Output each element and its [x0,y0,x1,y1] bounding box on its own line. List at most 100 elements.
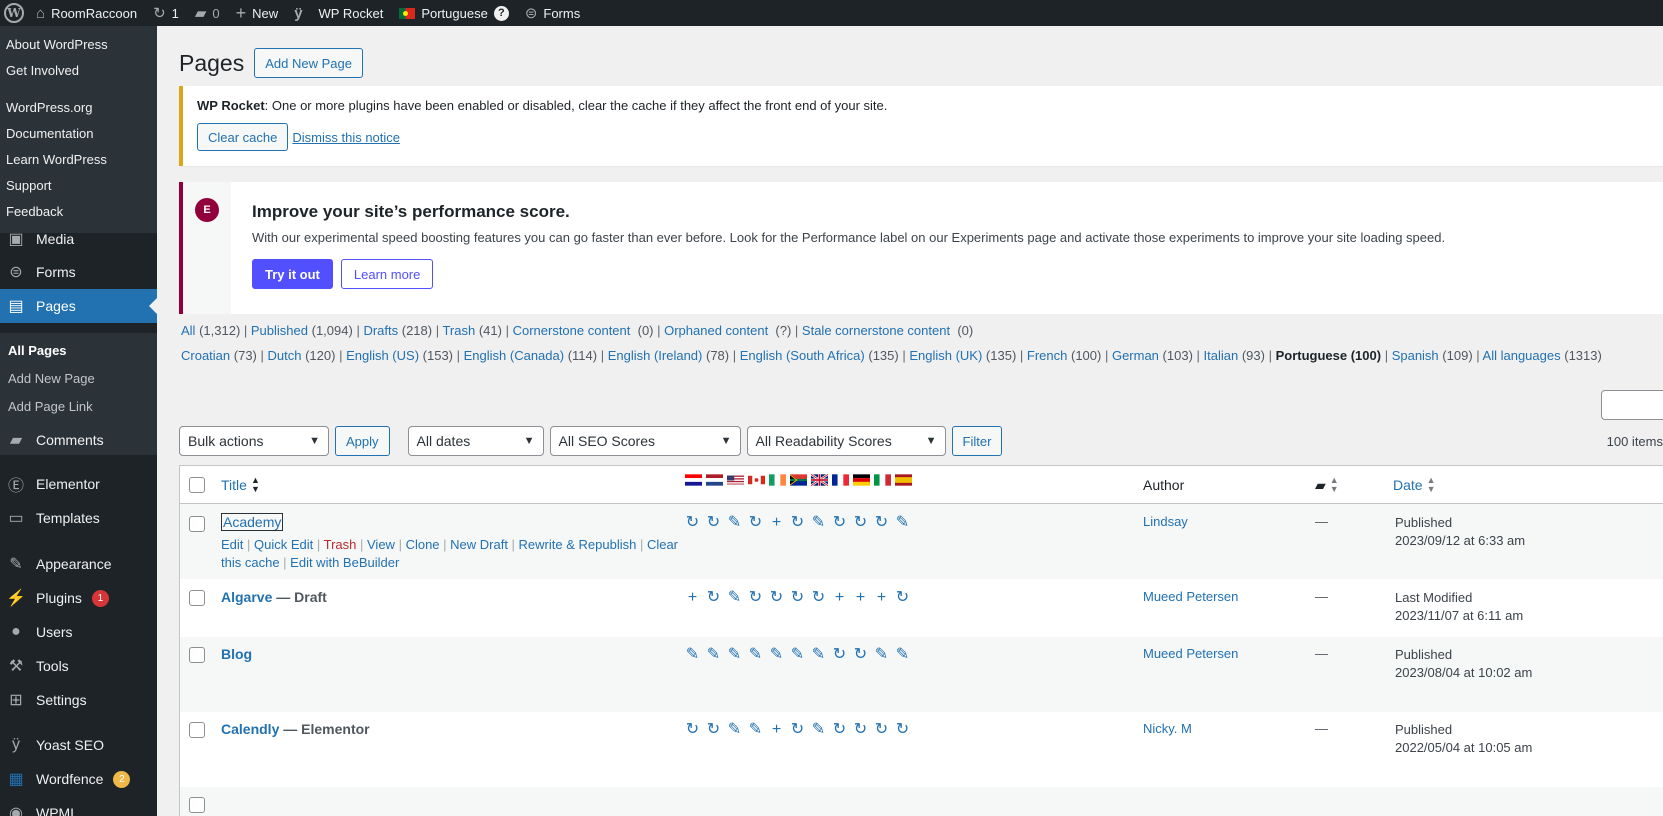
yoast-menu[interactable]: ÿ [286,0,310,26]
edit-link[interactable]: Edit [221,537,243,552]
row-title-link[interactable]: Algarve — Draft [221,589,327,605]
select-all-checkbox[interactable] [189,477,205,493]
quick-edit-link[interactable]: Quick Edit [254,537,313,552]
lang-filter-german[interactable]: German (103) [1112,348,1193,363]
translation-edit-icon[interactable]: ✎ [768,646,785,664]
lang-filter-croatian[interactable]: Croatian (73) [181,348,257,363]
flyout-learn[interactable]: Learn WordPress [0,147,157,173]
filter-trash[interactable]: Trash (41) [442,323,502,338]
lang-filter-english-south-africa[interactable]: English (South Africa) (135) [740,348,899,363]
translation-sync-icon[interactable]: ↻ [789,514,806,532]
date-filter-select[interactable]: All dates ▼ [407,426,544,456]
translation-sync-icon[interactable]: ↻ [852,646,869,664]
view-link[interactable]: View [367,537,395,552]
row-checkbox[interactable] [189,516,205,532]
translation-sync-icon[interactable]: ↻ [810,589,827,607]
lang-filter-english-canada[interactable]: English (Canada) (114) [464,348,597,363]
submenu-add-page-link[interactable]: Add Page Link [0,393,157,421]
comments-menu[interactable]: ▰ 0 [187,0,228,26]
filter-cornerstone[interactable]: Cornerstone content (0) [513,323,654,338]
translation-sync-icon[interactable]: ↻ [873,721,890,739]
sidebar-item-wpml[interactable]: ◉ WPML [0,796,157,816]
row-checkbox[interactable] [189,797,205,813]
row-author-link[interactable]: Nicky. M [1143,721,1192,736]
translation-sync-icon[interactable]: ↻ [852,721,869,739]
add-new-page-button[interactable]: Add New Page [254,48,363,78]
translation-add-icon[interactable]: + [684,589,701,607]
wp-rocket-menu[interactable]: WP Rocket [311,0,392,26]
translation-sync-icon[interactable]: ↻ [831,514,848,532]
flyout-about[interactable]: About WordPress [0,32,157,58]
translation-edit-icon[interactable]: ✎ [726,646,743,664]
translation-sync-icon[interactable]: ↻ [873,514,890,532]
translation-sync-icon[interactable]: ↻ [894,721,911,739]
translation-edit-icon[interactable]: ✎ [894,646,911,664]
sidebar-item-comments[interactable]: ▰ Comments [0,423,157,457]
translation-edit-icon[interactable]: ✎ [726,721,743,739]
edit-with-bebuilder-link[interactable]: Edit with BeBuilder [290,555,399,570]
translation-edit-icon[interactable]: ✎ [873,646,890,664]
translation-sync-icon[interactable]: ↻ [852,514,869,532]
flyout-documentation[interactable]: Documentation [0,121,157,147]
translation-edit-icon[interactable]: ✎ [789,646,806,664]
row-author-link[interactable]: Mueed Petersen [1143,589,1238,604]
sidebar-item-settings[interactable]: ⊞ Settings [0,683,157,717]
translation-edit-icon[interactable]: ✎ [894,514,911,532]
translation-sync-icon[interactable]: ↻ [768,589,785,607]
row-title-link[interactable]: Academy [221,513,284,531]
translation-sync-icon[interactable]: ↻ [705,514,722,532]
translation-sync-icon[interactable]: ↻ [831,646,848,664]
lang-filter-all-languages[interactable]: All languages (1313) [1483,348,1602,363]
trash-link[interactable]: Trash [324,537,357,552]
translation-sync-icon[interactable]: ↻ [684,514,701,532]
row-checkbox[interactable] [189,647,205,663]
row-title-link[interactable]: Blog [221,646,252,662]
sidebar-item-appearance[interactable]: ✎ Appearance [0,547,157,581]
translation-sync-icon[interactable]: ↻ [705,721,722,739]
site-name-menu[interactable]: ⌂ RoomRaccoon [28,0,145,26]
sidebar-item-plugins[interactable]: ⚡ Plugins 1 [0,581,157,615]
sidebar-item-yoast[interactable]: ÿ Yoast SEO [0,728,157,762]
sidebar-item-users[interactable]: ● Users [0,615,157,649]
lang-filter-spanish[interactable]: Spanish (109) [1392,348,1473,363]
clone-link[interactable]: Clone [406,537,440,552]
new-draft-link[interactable]: New Draft [450,537,508,552]
translation-add-icon[interactable]: + [768,721,785,739]
submenu-all-pages[interactable]: All Pages [0,337,157,365]
sidebar-item-tools[interactable]: ⚒ Tools [0,649,157,683]
row-checkbox[interactable] [189,722,205,738]
translation-sync-icon[interactable]: ↻ [894,589,911,607]
clear-cache-button[interactable]: Clear cache [197,123,289,151]
flyout-wordpress-org[interactable]: WordPress.org [0,95,157,121]
flyout-feedback[interactable]: Feedback [0,199,157,225]
translation-add-icon[interactable]: + [768,514,785,532]
translation-edit-icon[interactable]: ✎ [705,646,722,664]
seo-score-select[interactable]: All SEO Scores ▼ [549,426,741,456]
submenu-add-new-page[interactable]: Add New Page [0,365,157,393]
filter-published[interactable]: Published (1,094) [251,323,353,338]
translation-sync-icon[interactable]: ↻ [705,589,722,607]
apply-button[interactable]: Apply [335,426,390,456]
translation-sync-icon[interactable]: ↻ [789,721,806,739]
translation-sync-icon[interactable]: ↻ [789,589,806,607]
lang-filter-italian[interactable]: Italian (93) [1204,348,1265,363]
translation-sync-icon[interactable]: ↻ [747,589,764,607]
filter-drafts[interactable]: Drafts (218) [363,323,432,338]
translation-edit-icon[interactable]: ✎ [726,589,743,607]
translation-add-icon[interactable]: + [852,589,869,607]
readability-score-select[interactable]: All Readability Scores ▼ [746,426,946,456]
row-checkbox[interactable] [189,590,205,606]
translation-sync-icon[interactable]: ↻ [747,514,764,532]
sidebar-item-wordfence[interactable]: ▦ Wordfence 2 [0,762,157,796]
flyout-support[interactable]: Support [0,173,157,199]
filter-orphaned[interactable]: Orphaned content (?) [664,323,791,338]
row-author-link[interactable]: Lindsay [1143,514,1188,529]
translation-edit-icon[interactable]: ✎ [810,721,827,739]
translation-add-icon[interactable]: + [873,589,890,607]
filter-stale-cornerstone[interactable]: Stale cornerstone content (0) [802,323,973,338]
translation-sync-icon[interactable]: ↻ [684,721,701,739]
filter-button[interactable]: Filter [951,426,1003,456]
updates-menu[interactable]: ↻ 1 [145,0,187,26]
language-switcher-menu[interactable]: Portuguese ? [391,0,517,26]
row-author-link[interactable]: Mueed Petersen [1143,646,1238,661]
